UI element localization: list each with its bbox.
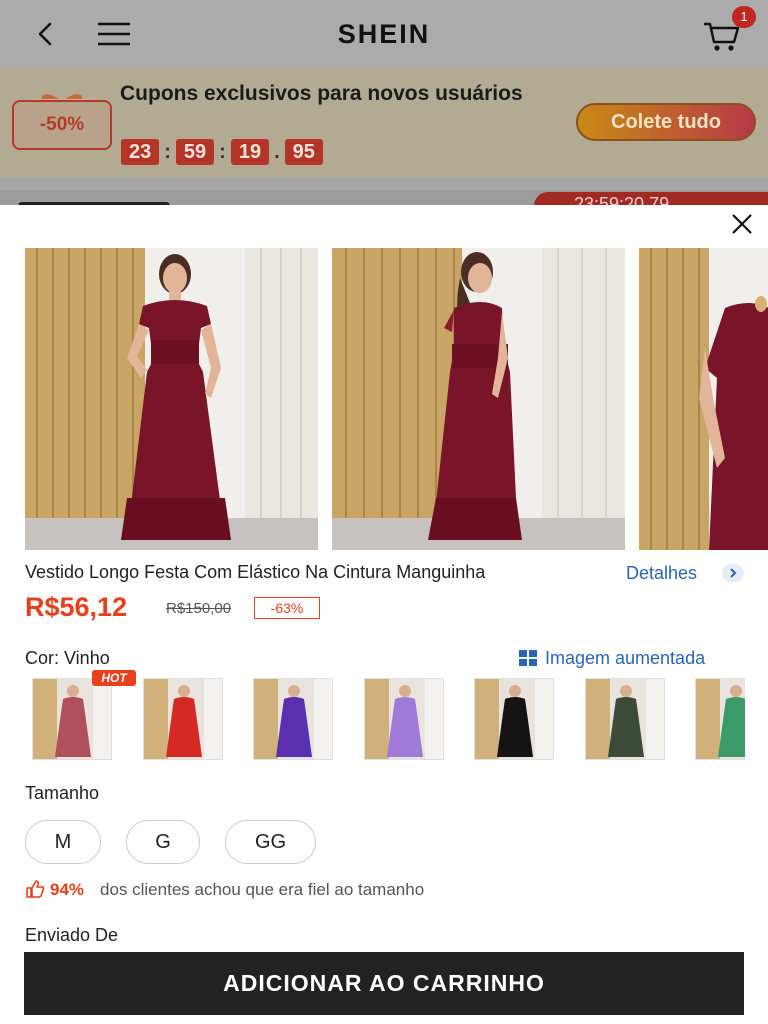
details-link[interactable]: Detalhes bbox=[626, 563, 697, 584]
color-swatch[interactable] bbox=[474, 678, 554, 760]
product-gallery[interactable] bbox=[25, 248, 768, 550]
product-title: Vestido Longo Festa Com Elástico Na Cint… bbox=[25, 562, 486, 582]
color-label: Cor: Vinho bbox=[25, 648, 110, 668]
size-label: Tamanho bbox=[25, 783, 100, 803]
countdown-minutes: 59 bbox=[175, 139, 215, 165]
swatch-dress bbox=[386, 697, 423, 757]
swatch-dress bbox=[497, 697, 533, 757]
discount-badge: -63% bbox=[254, 597, 320, 619]
countdown-seconds: 19 bbox=[230, 139, 270, 165]
swatch-dress bbox=[607, 697, 644, 757]
color-swatch[interactable] bbox=[363, 678, 444, 760]
fit-percentage: 94% bbox=[50, 880, 85, 899]
countdown-separator: . bbox=[274, 140, 280, 163]
swatch-dress bbox=[276, 697, 312, 757]
product-photo[interactable] bbox=[639, 248, 768, 550]
shipped-from-label: Enviado De bbox=[25, 925, 119, 945]
grid-view-icon[interactable] bbox=[519, 650, 537, 666]
original-price: R$150,00 bbox=[166, 600, 232, 617]
cart-count-badge: 1 bbox=[732, 6, 756, 28]
swatch-dress bbox=[718, 697, 745, 757]
promo-countdown: 23 : 59 : 19 . 95 bbox=[121, 139, 323, 165]
fit-description: dos clientes achou que era fiel ao taman… bbox=[100, 880, 425, 899]
promo-title: Cupons exclusivos para novos usuários bbox=[120, 82, 523, 105]
hot-badge: HOT bbox=[92, 670, 136, 686]
swatch-dress bbox=[55, 697, 91, 757]
size-option-m[interactable]: M bbox=[25, 820, 101, 864]
enlarged-image-link[interactable]: Imagem aumentada bbox=[545, 648, 705, 669]
coupon-tag: -50% bbox=[12, 100, 112, 150]
countdown-centiseconds: 95 bbox=[284, 139, 323, 165]
add-to-cart-button[interactable]: ADICIONAR AO CARRINHO bbox=[24, 952, 744, 1015]
color-swatch[interactable] bbox=[253, 678, 333, 760]
top-bar: SHEIN 1 bbox=[0, 0, 768, 68]
product-photo[interactable] bbox=[332, 248, 625, 550]
swatch-dress bbox=[165, 697, 202, 757]
thumbs-up-icon bbox=[26, 880, 45, 898]
close-icon[interactable] bbox=[728, 210, 756, 238]
brand-logo[interactable]: SHEIN bbox=[0, 19, 768, 50]
chevron-right-icon[interactable] bbox=[722, 564, 744, 582]
color-swatch[interactable] bbox=[32, 678, 112, 760]
countdown-separator: : bbox=[164, 140, 171, 163]
collect-all-button[interactable]: Colete tudo bbox=[576, 103, 756, 141]
color-swatch[interactable] bbox=[142, 678, 223, 760]
size-option-g[interactable]: G bbox=[126, 820, 200, 864]
sale-price: R$56,12 bbox=[25, 592, 128, 622]
product-photo[interactable] bbox=[25, 248, 318, 550]
countdown-hours: 23 bbox=[121, 139, 160, 165]
product-page: SHEIN 1 -50% Cupons exclusivos para novo… bbox=[0, 0, 768, 1024]
color-swatch[interactable] bbox=[584, 678, 665, 760]
countdown-separator: : bbox=[219, 140, 226, 163]
size-option-gg[interactable]: GG bbox=[225, 820, 316, 864]
color-swatch[interactable] bbox=[695, 678, 745, 760]
